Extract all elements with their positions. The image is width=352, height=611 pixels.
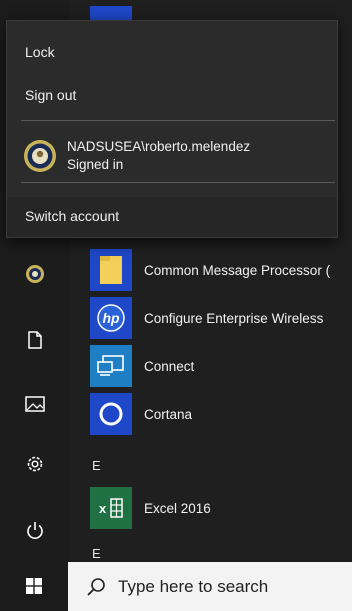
partial-app-tile [90,6,132,20]
flyout-divider [21,182,335,183]
account-status: Signed in [67,157,124,172]
settings-button[interactable] [0,440,70,488]
app-label: Cortana [144,406,193,422]
power-icon [27,522,43,539]
current-user-account[interactable]: NADSUSEA\roberto.melendez Signed in [23,133,250,179]
section-letter[interactable]: E [92,546,101,560]
windows-logo-icon [26,577,42,594]
taskbar: Type here to search [0,560,352,611]
app-item-configure-enterprise-wireless[interactable]: hp Configure Enterprise Wireless [70,294,352,342]
folder-icon [100,256,122,284]
user-account-flyout: Lock Sign out NADSUSEA\roberto.melendez … [6,20,338,238]
app-label: Configure Enterprise Wireless [144,310,324,326]
search-placeholder: Type here to search [118,576,269,596]
section-letter[interactable]: E [92,458,101,473]
user-avatar-icon [24,140,56,172]
app-item-connect[interactable]: Connect [70,342,352,390]
sign-out-menu-item[interactable]: Sign out [25,87,76,103]
app-label: Excel 2016 [144,500,211,516]
svg-text:hp: hp [102,310,120,326]
connect-icon [97,355,124,376]
taskbar-search-box[interactable]: Type here to search [68,562,352,611]
app-tile [90,249,132,291]
app-label: Common Message Processor ( [144,262,331,278]
lock-menu-item[interactable]: Lock [25,44,55,60]
documents-button[interactable] [0,316,70,364]
cortana-icon [99,402,123,426]
user-account-button[interactable] [0,250,70,298]
app-label: Connect [144,358,195,374]
app-item-cortana[interactable]: Cortana [70,390,352,438]
search-icon [87,577,105,596]
app-tile [90,345,132,387]
excel-icon: x [99,498,123,518]
user-avatar-icon [26,265,44,283]
pictures-icon [25,396,45,412]
svg-text:x: x [99,501,107,516]
switch-account-label: Switch account [25,208,120,224]
settings-icon [27,456,43,472]
app-item-common-message-processor[interactable]: Common Message Processor ( [70,246,352,294]
hp-logo-icon: hp [97,304,125,332]
flyout-divider [21,120,335,121]
switch-account-menu-item[interactable]: Switch account [7,197,337,237]
pictures-button[interactable] [0,380,70,428]
app-tile [90,393,132,435]
power-button[interactable] [0,506,70,554]
documents-icon [28,331,42,349]
app-item-excel-2016[interactable]: x Excel 2016 [70,484,352,532]
account-name: NADSUSEA\roberto.melendez [67,139,251,154]
app-tile: hp [90,297,132,339]
start-button[interactable] [0,560,68,611]
app-tile: x [90,487,132,529]
